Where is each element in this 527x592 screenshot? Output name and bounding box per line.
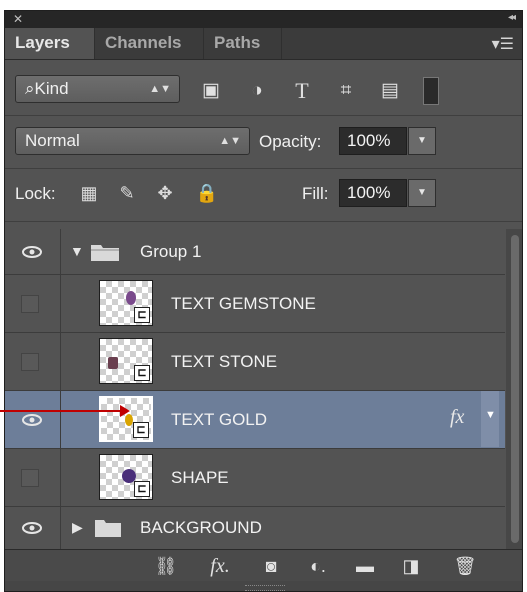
lock-all-icon[interactable]: 🔒: [195, 181, 219, 205]
adjustment-filter-icon[interactable]: ◑: [243, 77, 271, 105]
thumbnail-content: [108, 357, 118, 369]
add-style-icon[interactable]: fx.: [203, 553, 237, 579]
tab-paths[interactable]: Paths: [204, 28, 282, 59]
smart-object-badge-icon: ⊏: [134, 307, 150, 323]
fill-input[interactable]: 100%: [339, 179, 407, 207]
visibility-off-box[interactable]: [21, 295, 39, 313]
type-filter-icon[interactable]: T: [288, 77, 316, 105]
layers-scrollbar[interactable]: [506, 229, 522, 549]
layer-name: TEXT GEMSTONE: [171, 294, 316, 313]
folder-open-icon: [91, 245, 119, 261]
resize-grip-icon[interactable]: [245, 585, 285, 591]
tab-layers[interactable]: Layers: [5, 28, 95, 59]
image-filter-icon[interactable]: ▣: [197, 77, 225, 105]
fx-icon[interactable]: fx: [450, 406, 464, 429]
delete-layer-icon[interactable]: 🗑: [451, 553, 479, 579]
layers-list: ▼ Group 1 ⊏ TEXT GEMSTONE ⊏ TEXT STONE ⊏…: [5, 229, 505, 549]
layer-row-text-gold[interactable]: ⊏ TEXT GOLD fx ▼: [5, 391, 505, 449]
new-layer-icon[interactable]: ◨: [397, 553, 425, 579]
fill-label: Fill:: [302, 184, 329, 203]
smart-object-badge-icon: ⊏: [133, 422, 149, 438]
layer-row-text-gemstone[interactable]: ⊏ TEXT GEMSTONE: [5, 275, 505, 333]
panel-tabs: Layers Channels Paths ▾☰: [5, 28, 522, 60]
layer-row-shape[interactable]: ⊏ SHAPE: [5, 449, 505, 507]
layer-thumbnail: ⊏: [99, 338, 153, 384]
visibility-cell[interactable]: [5, 275, 61, 332]
new-group-icon[interactable]: ▬: [351, 553, 379, 579]
layer-row-text-stone[interactable]: ⊏ TEXT STONE: [5, 333, 505, 391]
tab-channels[interactable]: Channels: [95, 28, 204, 59]
lock-label: Lock:: [15, 184, 56, 203]
dropdown-arrows-icon: ▲▼: [219, 135, 241, 147]
visibility-cell[interactable]: [5, 391, 61, 448]
panel-titlebar: ✕ ◂◂: [5, 11, 522, 28]
filter-toggle-icon[interactable]: [423, 77, 439, 105]
search-icon: ⌕: [25, 79, 35, 98]
effects-toggle[interactable]: ▼: [481, 391, 499, 447]
layer-thumbnail: ⊏: [99, 454, 153, 500]
layers-bottom-toolbar: ⛓ fx. ◙ ◐. ▬ ◨ 🗑: [5, 549, 522, 582]
visibility-off-box[interactable]: [21, 353, 39, 371]
lock-position-icon[interactable]: ✥: [153, 181, 177, 205]
fill-dropdown-icon[interactable]: ▼: [408, 179, 436, 207]
visibility-cell[interactable]: [5, 333, 61, 390]
layer-row-background[interactable]: ▶ BACKGROUND: [5, 507, 505, 549]
dropdown-arrows-icon: ▲▼: [149, 83, 171, 95]
chevron-down-icon: ▼: [485, 409, 496, 421]
blend-mode-dropdown[interactable]: Normal ▲▼: [15, 127, 250, 155]
collapse-triangle-icon[interactable]: ▼: [70, 243, 84, 259]
link-layers-icon[interactable]: ⛓: [152, 553, 180, 579]
eye-icon[interactable]: [22, 522, 42, 534]
eye-icon[interactable]: [22, 414, 42, 426]
smart-object-badge-icon: ⊏: [134, 481, 150, 497]
visibility-cell[interactable]: [5, 449, 61, 506]
layer-name: SHAPE: [171, 468, 229, 487]
layer-thumbnail: ⊏: [99, 280, 153, 326]
smart-object-badge-icon: ⊏: [134, 365, 150, 381]
layer-name: BACKGROUND: [140, 518, 262, 537]
layer-name: TEXT GOLD: [171, 410, 268, 429]
expand-triangle-icon[interactable]: ▶: [72, 519, 83, 536]
shape-filter-icon[interactable]: ⌗: [332, 77, 360, 105]
layer-name: Group 1: [140, 242, 202, 261]
lock-pixels-icon[interactable]: ✎: [115, 181, 139, 205]
collapse-icon[interactable]: ◂◂: [508, 12, 516, 23]
layer-thumbnail: ⊏: [99, 396, 153, 442]
annotation-arrow-head: [120, 405, 130, 417]
opacity-label: Opacity:: [259, 132, 322, 151]
resize-grip-bar[interactable]: [5, 581, 522, 591]
smartobject-filter-icon[interactable]: ▤: [376, 77, 404, 105]
new-adjustment-icon[interactable]: ◐.: [303, 553, 333, 579]
hamburger-menu-icon[interactable]: ▾☰: [492, 34, 514, 54]
kind-filter-dropdown[interactable]: ⌕Kind ▲▼: [15, 75, 180, 103]
folder-icon: [95, 520, 121, 537]
visibility-cell[interactable]: [5, 507, 61, 549]
thumbnail-content: [126, 291, 136, 305]
close-icon[interactable]: ✕: [13, 12, 23, 26]
layers-panel: ✕ ◂◂ Layers Channels Paths ▾☰ ⌕Kind ▲▼ ▣…: [4, 10, 523, 592]
visibility-off-box[interactable]: [21, 469, 39, 487]
eye-icon[interactable]: [22, 246, 42, 258]
lock-transparent-icon[interactable]: ▦: [77, 181, 101, 205]
scrollbar-thumb[interactable]: [511, 235, 519, 543]
kind-label: Kind: [34, 79, 69, 98]
opacity-input[interactable]: 100%: [339, 127, 407, 155]
layer-name: TEXT STONE: [171, 352, 278, 371]
visibility-cell[interactable]: [5, 229, 61, 274]
layer-row-group-1[interactable]: ▼ Group 1: [5, 229, 505, 275]
annotation-arrow-line: [0, 410, 122, 412]
opacity-dropdown-icon[interactable]: ▼: [408, 127, 436, 155]
add-mask-icon[interactable]: ◙: [257, 553, 285, 579]
blend-mode-value: Normal: [25, 131, 80, 150]
